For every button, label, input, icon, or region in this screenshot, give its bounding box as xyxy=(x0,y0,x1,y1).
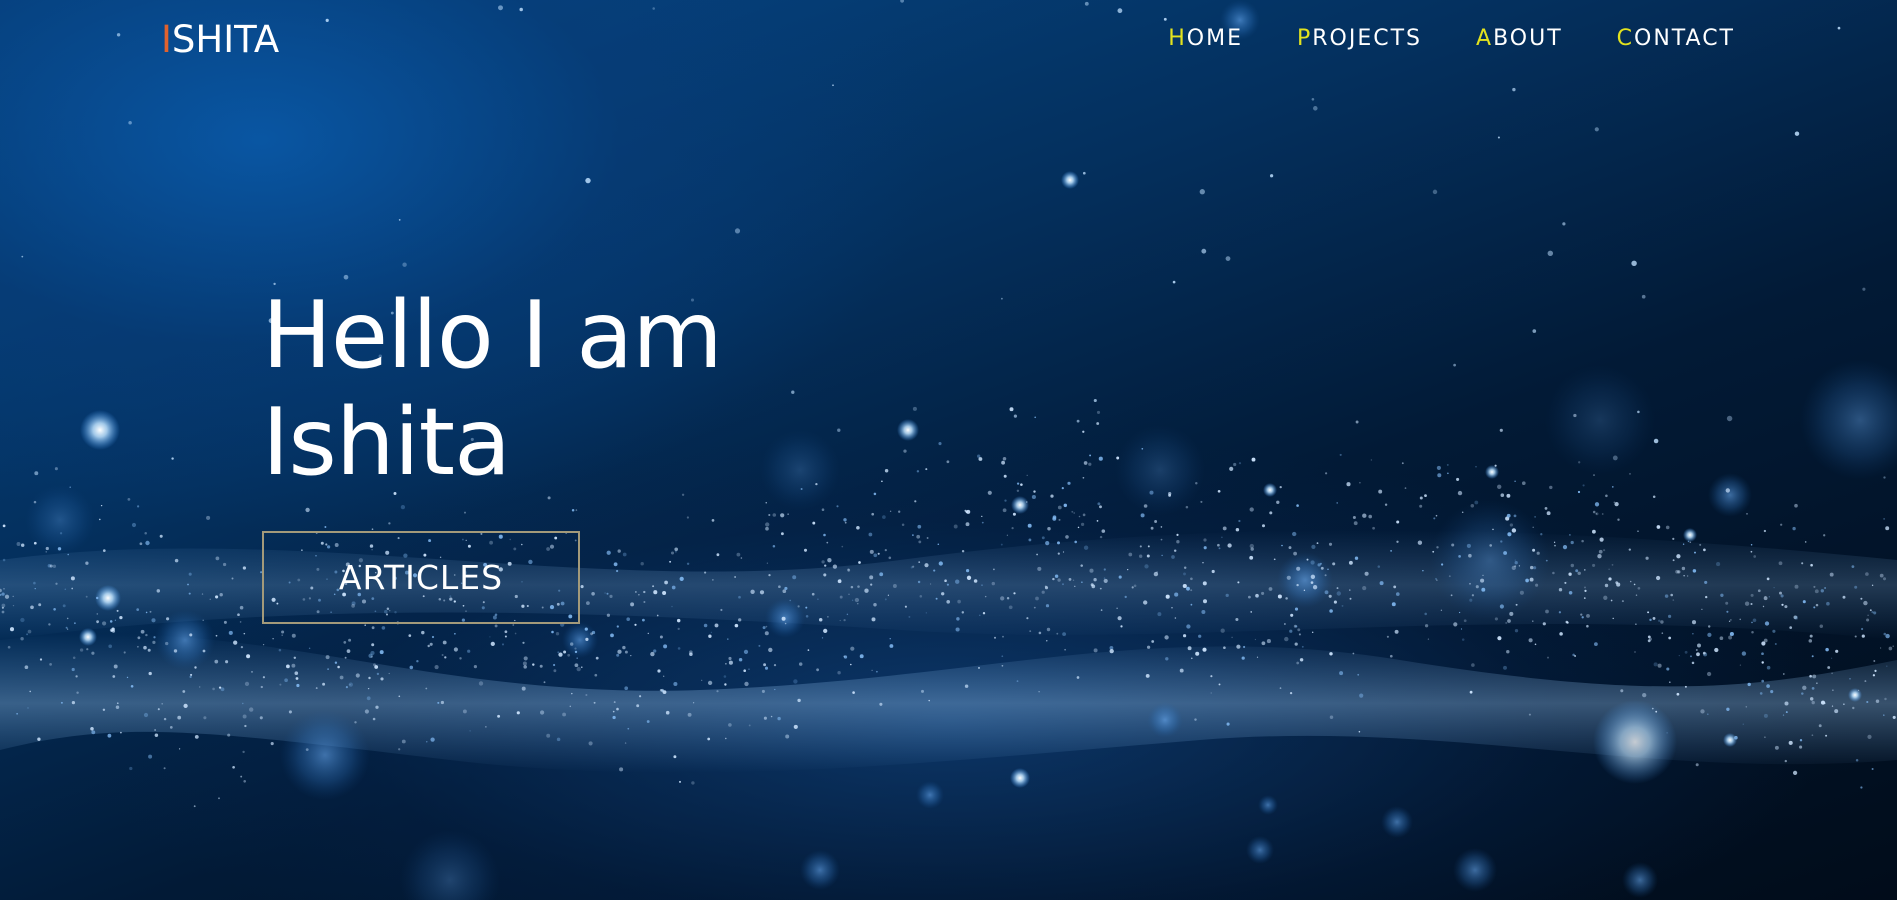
nav-link-contact[interactable]: CONTACT xyxy=(1617,26,1735,51)
nav-about-initial: A xyxy=(1476,26,1494,51)
nav-link-about[interactable]: ABOUT xyxy=(1476,26,1563,51)
hero-headline-line-2: Ishita xyxy=(262,388,511,496)
hero-headline-line-1: Hello I am xyxy=(262,281,723,389)
hero-headline: Hello I am Ishita xyxy=(262,281,723,496)
top-navigation: ISHITA HOME PROJECTS ABOUT CONTACT xyxy=(0,0,1897,80)
nav-menu: HOME PROJECTS ABOUT CONTACT xyxy=(1114,26,1735,51)
nav-home-label: OME xyxy=(1186,26,1243,51)
nav-projects-initial: P xyxy=(1296,26,1313,51)
logo-text: SHITA xyxy=(171,18,280,61)
nav-projects-label: ROJECTS xyxy=(1312,26,1423,51)
articles-button[interactable]: ARTICLES xyxy=(262,531,580,624)
logo-accent-letter: I xyxy=(161,18,172,61)
nav-home-initial: H xyxy=(1168,26,1187,51)
nav-contact-label: ONTACT xyxy=(1634,26,1735,51)
nav-about-label: BOUT xyxy=(1493,26,1563,51)
nav-contact-initial: C xyxy=(1616,26,1635,51)
nav-link-projects[interactable]: PROJECTS xyxy=(1297,26,1422,51)
site-logo[interactable]: ISHITA xyxy=(161,18,279,61)
nav-link-home[interactable]: HOME xyxy=(1168,26,1243,51)
hero-section: ISHITA HOME PROJECTS ABOUT CONTACT Hello… xyxy=(0,0,1897,900)
